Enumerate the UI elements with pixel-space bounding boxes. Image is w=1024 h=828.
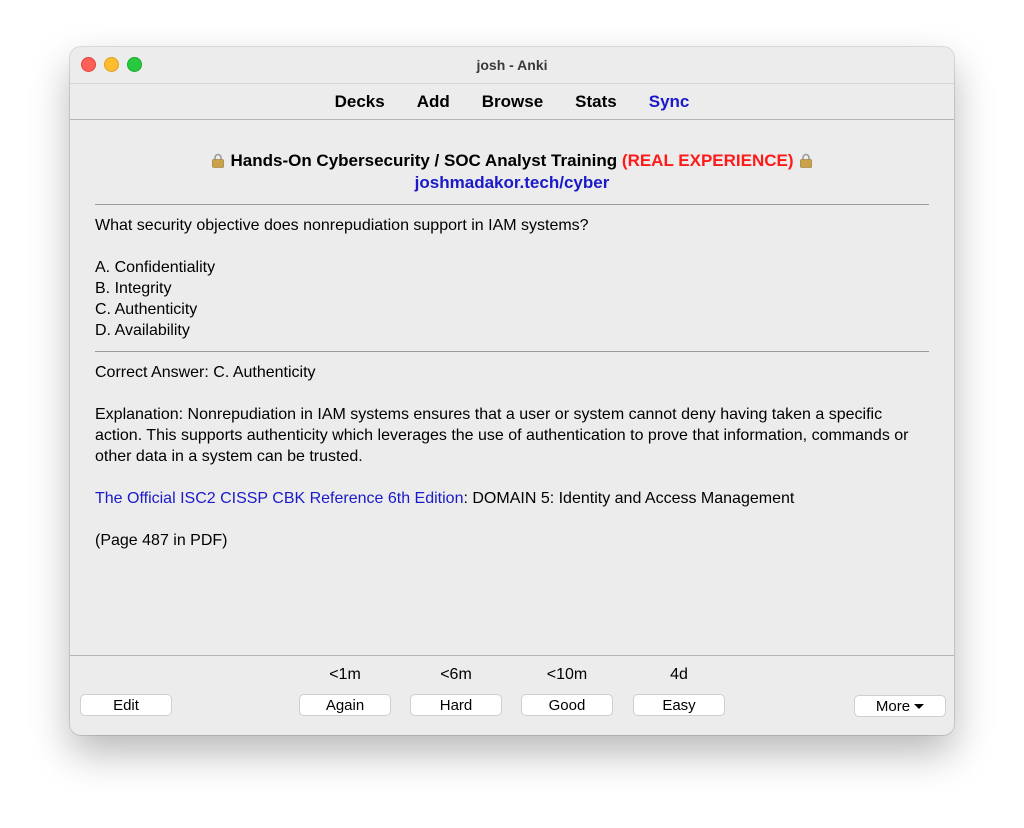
header-title-highlight: (REAL EXPERIENCE) xyxy=(621,151,794,170)
easy-button[interactable]: Easy xyxy=(633,694,725,716)
toolbar-decks[interactable]: Decks xyxy=(335,92,385,111)
header-site-link[interactable]: joshmadakor.tech/cyber xyxy=(95,172,929,194)
more-label: More xyxy=(875,698,911,715)
question-text: What security objective does nonrepudiat… xyxy=(95,217,589,234)
good-button[interactable]: Good xyxy=(521,694,613,716)
again-interval: <1m xyxy=(329,666,361,683)
hard-button[interactable]: Hard xyxy=(410,694,502,716)
toolbar-browse[interactable]: Browse xyxy=(482,92,543,111)
page-reference: (Page 487 in PDF) xyxy=(95,532,228,549)
more-button[interactable]: More xyxy=(854,695,946,717)
easy-interval: 4d xyxy=(670,666,688,683)
reference-detail: : DOMAIN 5: Identity and Access Manageme… xyxy=(463,490,795,507)
card-content: Hands-On Cybersecurity / SOC Analyst Tra… xyxy=(95,137,929,551)
option-item: C. Authenticity xyxy=(95,301,198,318)
lock-icon xyxy=(799,153,812,168)
option-item: A. Confidentiality xyxy=(95,259,216,276)
good-interval: <10m xyxy=(546,666,588,683)
window-title: josh - Anki xyxy=(476,57,548,73)
title-bar: josh - Anki xyxy=(70,47,954,84)
toolbar-links: Decks Add Browse Stats Sync xyxy=(70,92,954,112)
caret-down-icon xyxy=(914,704,925,709)
card-header: Hands-On Cybersecurity / SOC Analyst Tra… xyxy=(95,150,929,194)
anki-window: josh - Anki Decks Add Browse Stats Sync Hand… xyxy=(70,47,954,735)
correct-answer: Correct Answer: C. Authenticity xyxy=(95,364,316,381)
reference-line: The Official ISC2 CISSP CBK Reference 6t… xyxy=(95,488,929,509)
divider xyxy=(95,204,929,205)
lock-icon xyxy=(212,153,225,168)
header-title: Hands-On Cybersecurity / SOC Analyst Tra… xyxy=(230,151,618,170)
toolbar-add[interactable]: Add xyxy=(417,92,450,111)
explanation-text: Explanation: Nonrepudiation in IAM syste… xyxy=(95,406,909,465)
toolbar-stats[interactable]: Stats xyxy=(575,92,617,111)
review-bar: Edit <1m Again <6m Hard <10m Good 4d Eas… xyxy=(70,655,954,735)
edit-button[interactable]: Edit xyxy=(80,694,172,716)
toolbar-sync[interactable]: Sync xyxy=(649,92,690,111)
answer-divider xyxy=(95,351,929,352)
option-item: D. Availability xyxy=(95,322,190,339)
main-toolbar: Decks Add Browse Stats Sync xyxy=(70,84,954,120)
reference-link[interactable]: The Official ISC2 CISSP CBK Reference 6t… xyxy=(95,490,463,507)
options-list: A. Confidentiality B. Integrity C. Authe… xyxy=(95,257,929,341)
again-button[interactable]: Again xyxy=(299,694,391,716)
hard-interval: <6m xyxy=(440,666,472,683)
option-item: B. Integrity xyxy=(95,280,172,297)
